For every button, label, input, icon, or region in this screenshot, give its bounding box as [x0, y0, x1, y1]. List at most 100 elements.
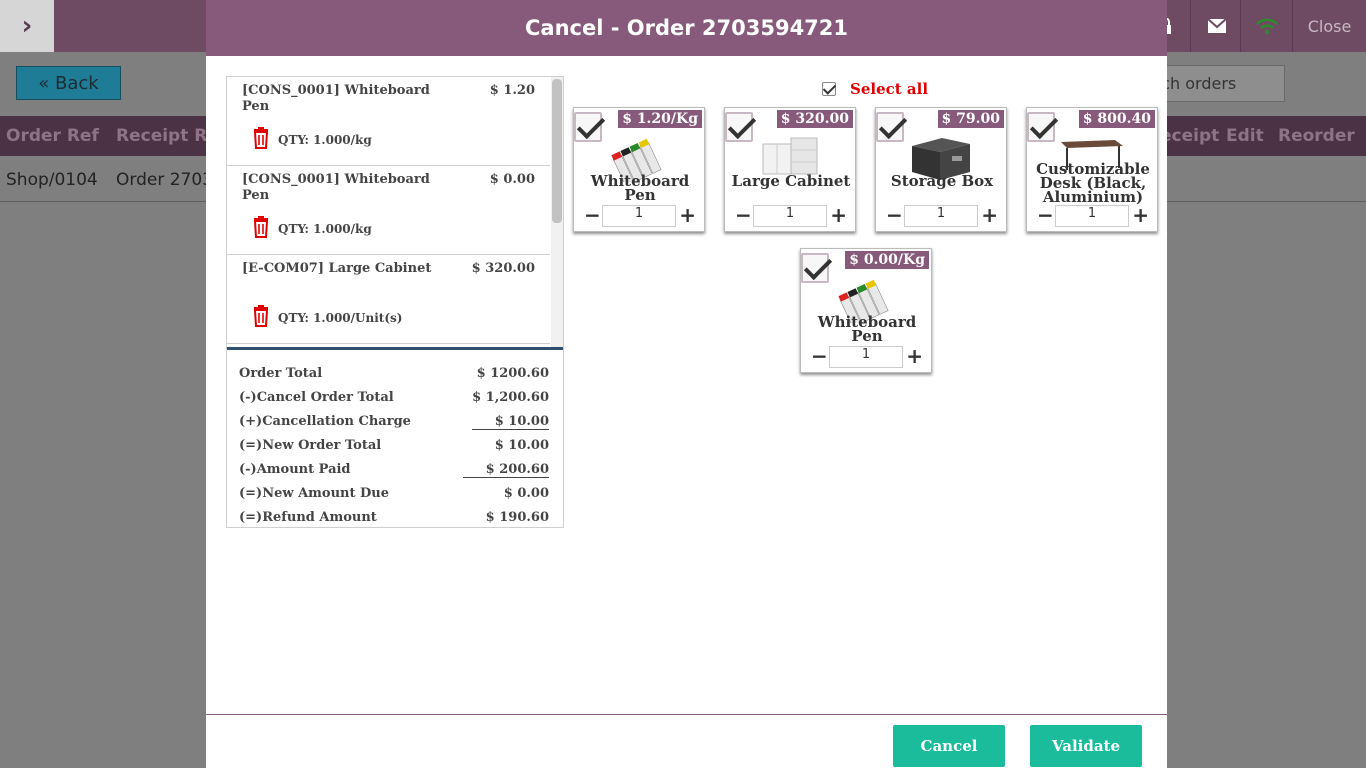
plus-icon[interactable]: + — [906, 346, 923, 366]
order-totals: Order Total $ 1200.60 (-)Cancel Order Tot… — [227, 347, 563, 527]
minus-icon[interactable]: − — [886, 205, 903, 225]
minus-icon[interactable]: − — [811, 346, 828, 366]
trash-icon[interactable] — [251, 216, 271, 238]
quantity-input[interactable]: 1 — [829, 346, 903, 368]
product-checkbox[interactable] — [725, 112, 753, 142]
product-name: Large Cabinet — [731, 172, 851, 190]
quantity-stepper: − 1 + — [574, 205, 706, 227]
validate-button[interactable]: Validate — [1030, 725, 1142, 767]
totals-row: (=)New Amount Due $ 0.00 — [239, 484, 549, 504]
close-button[interactable]: Close — [1292, 0, 1366, 52]
totals-value: $ 10.00 — [471, 414, 549, 430]
totals-value: $ 10.00 — [494, 438, 549, 453]
quantity-input[interactable]: 1 — [602, 205, 676, 227]
quantity-stepper: − 1 + — [1027, 205, 1159, 227]
wifi-icon — [1240, 0, 1292, 52]
column-edit: Edit — [1226, 126, 1264, 146]
product-name: Customizable Desk (Black, Aluminium) — [1036, 160, 1150, 206]
receipt-ref-cell: Order 2703 — [116, 170, 213, 190]
plus-icon[interactable]: + — [679, 205, 696, 225]
column-reorder: Reorder — [1278, 126, 1355, 146]
menu-toggle-chevron-icon[interactable]: › — [0, 0, 54, 52]
totals-value: $ 190.60 — [485, 510, 549, 525]
order-line-name: [CONS_0001] Whiteboard Pen — [242, 172, 430, 203]
quantity-input[interactable]: 1 — [753, 205, 827, 227]
order-line: [CONS_0001] Whiteboard Pen $ 0.00 QTY: 1… — [227, 166, 550, 255]
plus-icon[interactable]: + — [981, 205, 998, 225]
product-price-badge: $ 1.20/Kg — [618, 110, 702, 128]
totals-row: (=)Refund Amount $ 190.60 — [239, 508, 549, 528]
modal-title: Cancel - Order 2703594721 — [206, 0, 1167, 56]
select-all-label[interactable]: Select all — [850, 80, 928, 98]
order-line-price: $ 320.00 — [471, 261, 535, 276]
totals-label: (=)New Amount Due — [239, 486, 390, 501]
order-line-qty: QTY: 1.000/kg — [278, 133, 372, 147]
totals-value: $ 200.60 — [462, 462, 549, 478]
quantity-stepper: − 1 + — [876, 205, 1008, 227]
select-all-checkbox[interactable] — [822, 82, 836, 96]
totals-value: $ 0.00 — [503, 486, 549, 501]
totals-row: (-)Cancel Order Total $ 1,200.60 — [239, 388, 549, 408]
product-checkbox[interactable] — [876, 112, 904, 142]
order-line-price: $ 0.00 — [489, 172, 535, 187]
select-all[interactable]: Select all — [822, 80, 928, 98]
footer-divider — [206, 714, 1167, 715]
scrollbar-thumb[interactable] — [552, 79, 562, 223]
quantity-input[interactable]: 1 — [1055, 205, 1129, 227]
search-orders-input[interactable]: rch orders — [1150, 65, 1285, 102]
order-line-price: $ 1.20 — [489, 83, 535, 98]
product-price-badge: $ 320.00 — [776, 110, 853, 128]
product-card[interactable]: $ 320.00 Large Cabinet − 1 + — [724, 107, 856, 232]
totals-value: $ 1,200.60 — [472, 390, 549, 405]
trash-icon[interactable] — [251, 305, 271, 327]
quantity-stepper: − 1 + — [725, 205, 857, 227]
order-lines-panel: [CONS_0001] Whiteboard Pen $ 1.20 QTY: 1… — [226, 76, 564, 528]
totals-label: (=)New Order Total — [239, 438, 382, 453]
totals-row: (-)Amount Paid $ 200.60 — [239, 460, 549, 480]
totals-label: (+)Cancellation Charge — [239, 414, 411, 429]
totals-value: $ 1200.60 — [476, 366, 549, 381]
product-name: Whiteboard Pen — [817, 313, 917, 345]
column-receipt-ref: Receipt Re — [116, 126, 219, 146]
order-line-qty: QTY: 1.000/kg — [278, 222, 372, 236]
column-order-ref: Order Ref — [6, 126, 99, 146]
minus-icon[interactable]: − — [735, 205, 752, 225]
totals-row: Order Total $ 1200.60 — [239, 364, 549, 384]
order-ref-cell: Shop/0104 — [6, 170, 98, 190]
product-card[interactable]: $ 79.00 Storage Box − 1 + — [875, 107, 1007, 232]
product-name: Whiteboard Pen — [590, 172, 690, 204]
product-checkbox[interactable] — [1027, 112, 1055, 142]
totals-label: (-)Cancel Order Total — [239, 390, 394, 405]
back-button[interactable]: « Back — [16, 66, 121, 100]
minus-icon[interactable]: − — [584, 205, 601, 225]
quantity-stepper: − 1 + — [801, 346, 933, 368]
product-checkbox[interactable] — [574, 112, 602, 142]
order-lines-list: [CONS_0001] Whiteboard Pen $ 1.20 QTY: 1… — [227, 77, 550, 347]
totals-label: Order Total — [239, 366, 323, 381]
order-line-name: [E-COM07] Large Cabinet — [242, 261, 432, 276]
order-line-name: [CONS_0001] Whiteboard Pen — [242, 83, 430, 114]
cancel-order-modal: Cancel - Order 2703594721 [CONS_0001] Wh… — [206, 0, 1167, 768]
product-card[interactable]: $ 0.00/Kg Whiteboard Pen − 1 + — [800, 248, 932, 373]
product-price-badge: $ 800.40 — [1078, 110, 1155, 128]
totals-label: (-)Amount Paid — [239, 462, 351, 477]
totals-label: (=)Refund Amount — [239, 510, 377, 525]
column-receipt: eceipt — [1160, 126, 1220, 146]
trash-icon[interactable] — [251, 127, 271, 149]
product-checkbox[interactable] — [801, 253, 829, 283]
minus-icon[interactable]: − — [1037, 205, 1054, 225]
plus-icon[interactable]: + — [1132, 205, 1149, 225]
cancel-button[interactable]: Cancel — [893, 725, 1005, 767]
mail-icon[interactable] — [1190, 0, 1242, 52]
order-line: [E-COM07] Large Cabinet $ 320.00 QTY: 1.… — [227, 255, 550, 344]
totals-row: (=)New Order Total $ 10.00 — [239, 436, 549, 456]
quantity-input[interactable]: 1 — [904, 205, 978, 227]
product-price-badge: $ 79.00 — [937, 110, 1004, 128]
product-name: Storage Box — [890, 172, 994, 190]
product-card[interactable]: $ 800.40 Customizable Desk (Black, Alumi… — [1026, 107, 1158, 232]
totals-row: (+)Cancellation Charge $ 10.00 — [239, 412, 549, 432]
product-card[interactable]: $ 1.20/Kg Whiteboard Pen − 1 + — [573, 107, 705, 232]
plus-icon[interactable]: + — [830, 205, 847, 225]
order-line-qty: QTY: 1.000/Unit(s) — [278, 311, 403, 325]
product-price-badge: $ 0.00/Kg — [845, 251, 929, 269]
